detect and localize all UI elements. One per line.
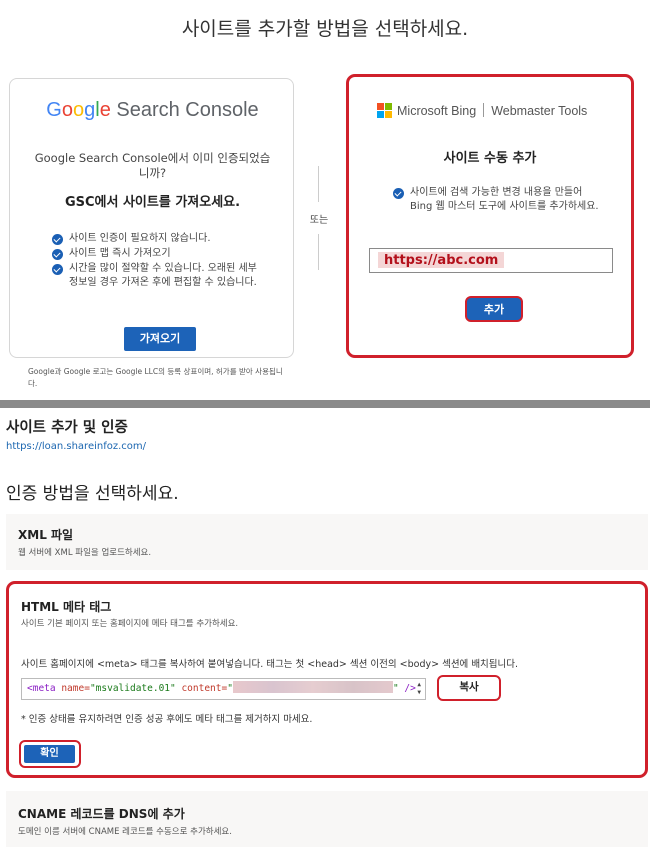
list-item: 사이트 인증이 필요하지 않습니다.	[52, 232, 267, 246]
add-site-method-panel: 사이트를 추가할 방법을 선택하세요. Google Search Consol…	[0, 0, 650, 400]
import-button[interactable]: 가져오기	[124, 327, 196, 351]
site-url-link[interactable]: https://loan.shareinfoz.com/	[6, 441, 146, 452]
meta-tag-code-field[interactable]: <meta name="msvalidate.01" content=" " />…	[21, 678, 426, 700]
option-subtitle: 웹 서버에 XML 파일을 업로드하세요.	[18, 548, 152, 558]
google-trademark-footnote: Google과 Google 로고는 Google LLC의 등록 상표이며, …	[28, 367, 283, 388]
microsoft-logo-icon	[377, 103, 392, 118]
google-search-console-logo: Google Search Console	[46, 99, 259, 121]
add-button[interactable]: 추가	[465, 296, 523, 322]
check-circle-icon	[393, 188, 404, 199]
divider	[318, 234, 319, 270]
bing-webmaster-brand: Microsoft Bing Webmaster Tools	[397, 103, 588, 118]
copy-button[interactable]: 복사	[437, 675, 501, 701]
bing-manual-add-card: Microsoft Bing Webmaster Tools 사이트 수동 추가 …	[346, 74, 634, 358]
option-title: CNAME 레코드를 DNS에 추가	[18, 807, 185, 821]
scroll-arrows-icon[interactable]: ▲ ▼	[417, 681, 421, 697]
section-title: 사이트 추가 및 인증	[6, 420, 128, 436]
redacted-value	[232, 681, 393, 693]
list-item: 사이트 맵 즉시 가져오기	[52, 247, 267, 261]
meta-instruction: 사이트 홈페이지에 <meta> 태그를 복사하여 붙여넣습니다. 태그는 첫 …	[21, 659, 519, 670]
gsc-question: Google Search Console에서 이미 인증되었습니까?	[34, 151, 271, 180]
verification-method-heading: 인증 방법을 선택하세요.	[6, 484, 179, 504]
manual-add-description: 사이트에 검색 가능한 변경 내용을 만들어 Bing 웹 마스터 도구에 사이…	[393, 186, 603, 214]
meta-note: * 인증 상태를 유지하려면 인증 성공 후에도 메타 태그를 제거하지 마세요…	[21, 714, 313, 725]
option-subtitle: 도메인 이름 서버에 CNAME 레코드를 수동으로 추가하세요.	[18, 827, 232, 837]
option-subtitle: 사이트 기본 페이지 또는 홈페이지에 메타 태그를 추가하세요.	[21, 619, 239, 629]
gsc-benefits-list: 사이트 인증이 필요하지 않습니다. 사이트 맵 즉시 가져오기 시간을 많이 …	[52, 232, 267, 291]
option-html-meta-tag[interactable]: HTML 메타 태그 사이트 기본 페이지 또는 홈페이지에 메타 태그를 추가…	[6, 581, 648, 778]
check-circle-icon	[52, 264, 63, 275]
or-label: 또는	[309, 215, 329, 226]
gsc-import-card: Google Search Console Google Search Cons…	[9, 78, 294, 358]
section-divider	[0, 400, 650, 408]
page-title: 사이트를 추가할 방법을 선택하세요.	[181, 18, 469, 40]
gsc-heading: GSC에서 사이트를 가져오세요.	[64, 195, 241, 210]
divider	[318, 166, 319, 202]
option-title: HTML 메타 태그	[21, 600, 112, 614]
confirm-button[interactable]: 확인	[24, 745, 75, 763]
option-xml-file[interactable]: XML 파일 웹 서버에 XML 파일을 업로드하세요.	[6, 514, 648, 570]
list-item: 시간을 많이 절약할 수 있습니다. 오래된 세부 정보일 경우 가져온 후에 …	[52, 262, 267, 290]
option-title: XML 파일	[18, 528, 74, 542]
confirm-highlight: 확인	[19, 740, 81, 768]
manual-add-heading: 사이트 수동 추가	[443, 151, 537, 166]
check-circle-icon	[52, 234, 63, 245]
option-cname-record[interactable]: CNAME 레코드를 DNS에 추가 도메인 이름 서버에 CNAME 레코드를…	[6, 791, 648, 847]
check-circle-icon	[52, 249, 63, 260]
site-url-input[interactable]: https://abc.com	[369, 248, 613, 273]
